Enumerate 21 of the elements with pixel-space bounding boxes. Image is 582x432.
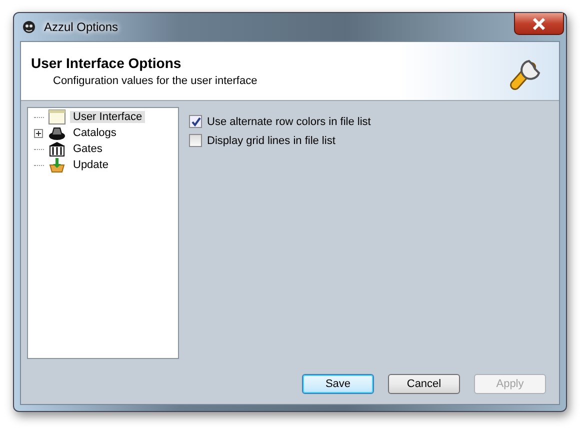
download-box-icon: [48, 157, 66, 173]
dialog-button[interactable]: Save: [302, 374, 374, 394]
close-icon: [532, 18, 546, 30]
tree-item[interactable]: User Interface: [70, 111, 146, 123]
close-button[interactable]: [514, 13, 564, 35]
tree-item[interactable]: Catalogs: [70, 127, 120, 139]
option-label: Display grid lines in file list: [207, 134, 336, 146]
page-title: User Interface Options: [31, 55, 182, 71]
window-title: Azzul Options: [44, 20, 120, 34]
tree-item[interactable]: Gates: [70, 143, 106, 155]
expand-icon[interactable]: [34, 128, 43, 138]
window-icon: [48, 109, 66, 125]
app-icon: [22, 20, 36, 34]
checkbox[interactable]: [189, 115, 202, 128]
checkbox[interactable]: [189, 134, 202, 147]
dialog-button[interactable]: Cancel: [388, 374, 460, 394]
option-label: Use alternate row colors in file list: [207, 116, 371, 128]
hat-icon: [48, 125, 66, 141]
tree-item[interactable]: Update: [70, 159, 112, 171]
building-icon: [48, 141, 66, 157]
page-subtitle: Configuration values for the user interface: [52, 75, 258, 87]
